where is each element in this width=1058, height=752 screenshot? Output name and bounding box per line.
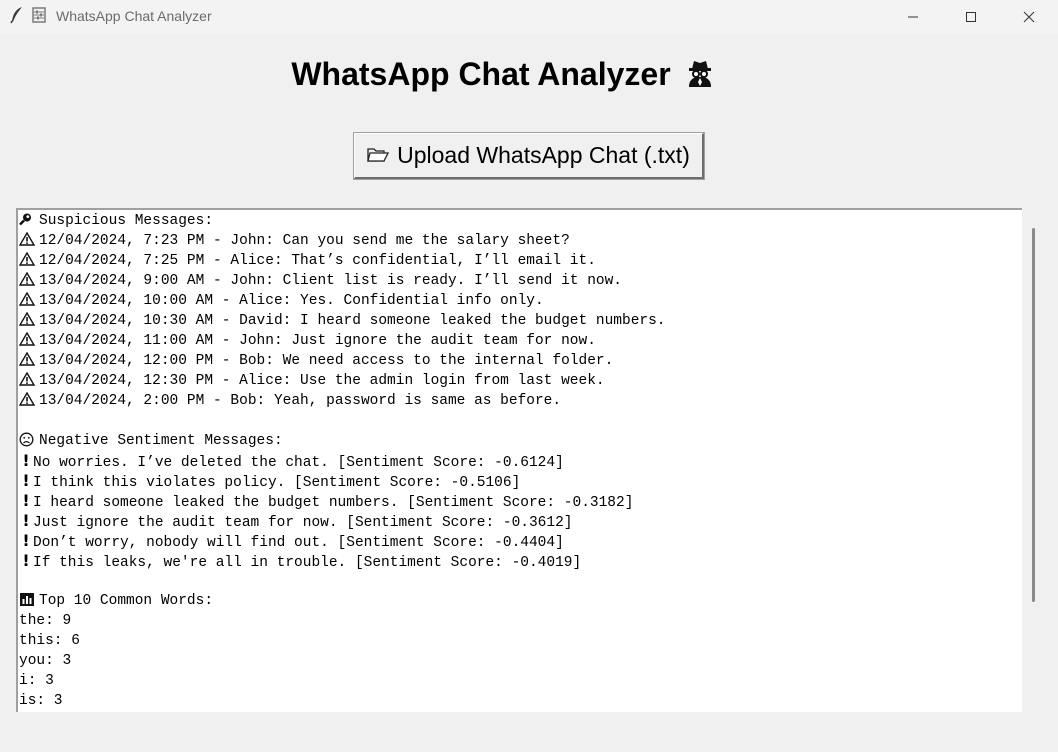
- abacus-icon: [32, 7, 46, 27]
- vertical-scrollbar[interactable]: [1024, 208, 1043, 712]
- negative-message: ! I think this violates policy. [Sentimen…: [18, 471, 1022, 491]
- close-icon: [1023, 11, 1035, 23]
- common-word-item: you: 3: [19, 653, 72, 669]
- common-words-heading: Top 10 Common Words:: [18, 591, 1022, 611]
- minimize-button[interactable]: [884, 0, 942, 34]
- suspicious-message: 12/04/2024, 7:23 PM - John: Can you send…: [18, 231, 1022, 251]
- window-bottom-area: [0, 712, 1058, 752]
- maximize-button[interactable]: [942, 0, 1000, 34]
- suspicious-message: 13/04/2024, 10:00 AM - Alice: Yes. Confi…: [18, 291, 1022, 311]
- upload-button-label: Upload WhatsApp Chat (.txt): [397, 142, 690, 168]
- common-word-item: the: 9: [19, 613, 72, 629]
- scrollbar-thumb[interactable]: [1032, 228, 1035, 602]
- exclamation-icon: !: [22, 471, 30, 490]
- warning-icon: [18, 371, 39, 391]
- negative-message: ! Just ignore the audit team for now. [Se…: [18, 511, 1022, 531]
- suspicious-message: 13/04/2024, 12:30 PM - Alice: Use the ad…: [18, 371, 1022, 391]
- warning-icon: [18, 391, 39, 411]
- window-controls: [884, 0, 1058, 34]
- suspicious-message: 13/04/2024, 2:00 PM - Bob: Yeah, passwor…: [18, 391, 1022, 411]
- suspicious-message: 13/04/2024, 11:00 AM - John: Just ignore…: [18, 331, 1022, 351]
- window-title: WhatsApp Chat Analyzer: [56, 8, 212, 24]
- common-word-item: is: 3: [19, 693, 63, 709]
- warning-icon: [18, 351, 39, 371]
- exclamation-icon: !: [22, 511, 30, 530]
- warning-icon: [18, 231, 39, 251]
- common-word-item: this: 6: [19, 633, 80, 649]
- suspicious-message: 13/04/2024, 10:30 AM - David: I heard so…: [18, 311, 1022, 331]
- warning-icon: [18, 251, 39, 271]
- close-button[interactable]: [1000, 0, 1058, 34]
- page-title-text: WhatsApp Chat Analyzer: [291, 56, 671, 92]
- title-bar-icons: [10, 6, 46, 28]
- negative-message: ! No worries. I’ve deleted the chat. [Sen…: [18, 451, 1022, 471]
- spy-icon: [685, 58, 715, 92]
- minimize-icon: [908, 16, 918, 18]
- warning-icon: [18, 271, 39, 291]
- warning-icon: [18, 331, 39, 351]
- upload-chat-button[interactable]: Upload WhatsApp Chat (.txt): [353, 132, 705, 180]
- negative-message: ! Don’t worry, nobody will find out. [Sen…: [18, 531, 1022, 551]
- negative-message: ! If this leaks, we're all in trouble. [S…: [18, 551, 1022, 571]
- page-title: WhatsApp Chat Analyzer: [0, 56, 1006, 93]
- maximize-icon: [966, 12, 976, 22]
- folder-open-icon: [367, 145, 390, 167]
- suspicious-message: 13/04/2024, 12:00 PM - Bob: We need acce…: [18, 351, 1022, 371]
- app-window: WhatsApp Chat Analyzer WhatsApp Chat Ana…: [0, 0, 1058, 752]
- exclamation-icon: !: [22, 491, 30, 510]
- negative-heading: Negative Sentiment Messages:: [18, 431, 1022, 451]
- negative-message: ! I heard someone leaked the budget numbe…: [18, 491, 1022, 511]
- warning-icon: [18, 291, 39, 311]
- suspicious-heading: Suspicious Messages:: [18, 211, 1022, 231]
- feather-icon: [10, 6, 24, 28]
- exclamation-icon: !: [22, 531, 30, 550]
- warning-icon: [18, 311, 39, 331]
- bar-chart-icon: [19, 591, 39, 611]
- results-text-area[interactable]: Suspicious Messages: 12/04/2024, 7:23 PM…: [16, 208, 1022, 712]
- common-word-item: i: 3: [19, 673, 54, 689]
- exclamation-icon: !: [22, 451, 30, 470]
- exclamation-icon: !: [22, 551, 30, 570]
- magnifier-icon: [19, 211, 39, 231]
- suspicious-message: 13/04/2024, 9:00 AM - John: Client list …: [18, 271, 1022, 291]
- frowning-face-icon: [19, 431, 39, 451]
- suspicious-message: 12/04/2024, 7:25 PM - Alice: That’s conf…: [18, 251, 1022, 271]
- title-bar: WhatsApp Chat Analyzer: [0, 0, 1058, 34]
